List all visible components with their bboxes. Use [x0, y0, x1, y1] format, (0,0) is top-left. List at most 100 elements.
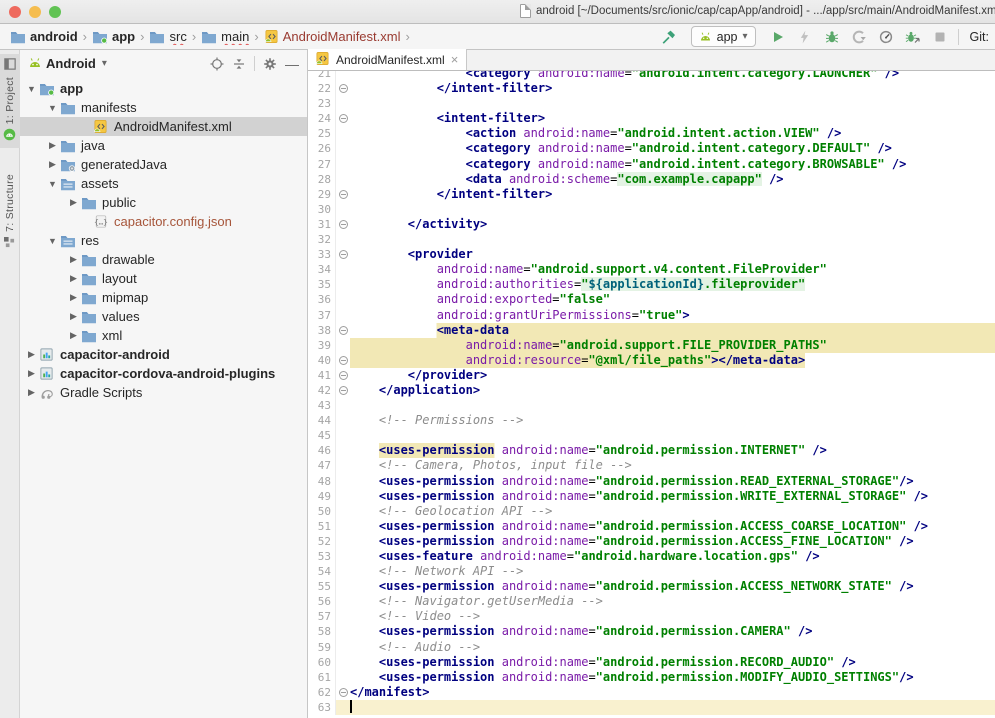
tree-item-capacitor-cordova-android-plugins[interactable]: ▶capacitor-cordova-android-plugins [20, 364, 307, 383]
tree-collapsed-icon[interactable]: ▶ [25, 349, 38, 360]
run-configuration-selector[interactable]: app ▾ [691, 26, 756, 47]
code-line-47[interactable]: 47 <!-- Camera, Photos, input file --> [308, 458, 995, 473]
breadcrumb-android[interactable]: android [8, 28, 80, 45]
code-line-24[interactable]: 24 <intent-filter> [308, 111, 995, 126]
code-line-53[interactable]: 53 <uses-feature android:name="android.h… [308, 549, 995, 564]
tree-collapsed-icon[interactable]: ▶ [67, 330, 80, 341]
tree-item-xml[interactable]: ▶xml [20, 326, 307, 345]
locate-icon[interactable] [208, 55, 226, 73]
code-line-39[interactable]: 39 android:name="android.support.FILE_PR… [308, 338, 995, 353]
fold-toggle-icon[interactable] [336, 217, 350, 232]
stop-icon[interactable] [931, 28, 949, 46]
hide-panel-icon[interactable]: — [283, 55, 301, 73]
tree-item-capacitor-config-json[interactable]: {…}capacitor.config.json [20, 212, 307, 231]
fold-toggle-icon[interactable] [336, 353, 350, 368]
code-line-28[interactable]: 28 <data android:scheme="com.example.cap… [308, 172, 995, 187]
tree-collapsed-icon[interactable]: ▶ [67, 292, 80, 303]
code-line-21[interactable]: 21 <category android:name="android.inten… [308, 71, 995, 81]
chevron-down-icon[interactable]: ▾ [102, 58, 107, 69]
code-line-51[interactable]: 51 <uses-permission android:name="androi… [308, 519, 995, 534]
fold-toggle-icon[interactable] [336, 247, 350, 262]
tree-collapsed-icon[interactable]: ▶ [46, 140, 59, 151]
tree-item-public[interactable]: ▶public [20, 193, 307, 212]
breadcrumb-app[interactable]: app [90, 28, 137, 45]
code-line-45[interactable]: 45 [308, 428, 995, 443]
code-line-38[interactable]: 38 <meta-data [308, 323, 995, 338]
tool-strip-structure-tab[interactable]: 7: Structure [0, 166, 20, 255]
tree-collapsed-icon[interactable]: ▶ [25, 368, 38, 379]
code-line-37[interactable]: 37 android:grantUriPermissions="true"> [308, 308, 995, 323]
code-line-42[interactable]: 42 </application> [308, 383, 995, 398]
settings-gear-icon[interactable] [261, 55, 279, 73]
profiler-icon[interactable] [877, 28, 895, 46]
tree-item-app[interactable]: ▼app [20, 79, 307, 98]
code-line-27[interactable]: 27 <category android:name="android.inten… [308, 157, 995, 172]
tree-item-manifests[interactable]: ▼manifests [20, 98, 307, 117]
code-line-52[interactable]: 52 <uses-permission android:name="androi… [308, 534, 995, 549]
tree-expanded-icon[interactable]: ▼ [25, 84, 38, 94]
tree-item-androidmanifest-xml[interactable]: AndroidManifest.xml [20, 117, 307, 136]
code-line-56[interactable]: 56 <!-- Navigator.getUserMedia --> [308, 594, 995, 609]
project-view-selector[interactable]: Android [46, 56, 96, 71]
tree-item-gradle-scripts[interactable]: ▶Gradle Scripts [20, 383, 307, 402]
code-line-32[interactable]: 32 [308, 232, 995, 247]
code-line-44[interactable]: 44 <!-- Permissions --> [308, 413, 995, 428]
code-line-55[interactable]: 55 <uses-permission android:name="androi… [308, 579, 995, 594]
collapse-all-icon[interactable] [230, 55, 248, 73]
apply-changes-icon[interactable] [796, 28, 814, 46]
code-line-62[interactable]: 62</manifest> [308, 685, 995, 700]
code-line-31[interactable]: 31 </activity> [308, 217, 995, 232]
code-line-60[interactable]: 60 <uses-permission android:name="androi… [308, 655, 995, 670]
code-line-57[interactable]: 57 <!-- Video --> [308, 609, 995, 624]
editor-tab-androidmanifest[interactable]: AndroidManifest.xml × [308, 49, 467, 70]
tree-item-layout[interactable]: ▶layout [20, 269, 307, 288]
fold-toggle-icon[interactable] [336, 111, 350, 126]
build-hammer-icon[interactable] [660, 28, 678, 46]
fold-toggle-icon[interactable] [336, 368, 350, 383]
code-line-40[interactable]: 40 android:resource="@xml/file_paths"></… [308, 353, 995, 368]
code-line-59[interactable]: 59 <!-- Audio --> [308, 640, 995, 655]
tool-strip-project-tab[interactable]: 1: Project [0, 54, 20, 148]
git-widget[interactable]: Git: [968, 30, 989, 44]
code-line-30[interactable]: 30 [308, 202, 995, 217]
tree-item-generatedjava[interactable]: ▶generatedJava [20, 155, 307, 174]
tree-item-mipmap[interactable]: ▶mipmap [20, 288, 307, 307]
close-icon[interactable]: × [451, 54, 459, 66]
tree-item-values[interactable]: ▶values [20, 307, 307, 326]
code-line-34[interactable]: 34 android:name="android.support.v4.cont… [308, 262, 995, 277]
code-line-50[interactable]: 50 <!-- Geolocation API --> [308, 504, 995, 519]
tree-collapsed-icon[interactable]: ▶ [46, 159, 59, 170]
fold-toggle-icon[interactable] [336, 323, 350, 338]
tree-item-assets[interactable]: ▼assets [20, 174, 307, 193]
tree-expanded-icon[interactable]: ▼ [46, 103, 59, 113]
tree-expanded-icon[interactable]: ▼ [46, 236, 59, 246]
tree-collapsed-icon[interactable]: ▶ [67, 254, 80, 265]
code-line-23[interactable]: 23 [308, 96, 995, 111]
code-line-33[interactable]: 33 <provider [308, 247, 995, 262]
tree-item-drawable[interactable]: ▶drawable [20, 250, 307, 269]
code-line-26[interactable]: 26 <category android:name="android.inten… [308, 141, 995, 156]
tree-collapsed-icon[interactable]: ▶ [25, 387, 38, 398]
code-line-35[interactable]: 35 android:authorities="${applicationId}… [308, 277, 995, 292]
code-line-43[interactable]: 43 [308, 398, 995, 413]
code-line-41[interactable]: 41 </provider> [308, 368, 995, 383]
debug-icon[interactable] [823, 28, 841, 46]
code-line-48[interactable]: 48 <uses-permission android:name="androi… [308, 474, 995, 489]
code-line-61[interactable]: 61 <uses-permission android:name="androi… [308, 670, 995, 685]
tree-expanded-icon[interactable]: ▼ [46, 179, 59, 189]
code-line-22[interactable]: 22 </intent-filter> [308, 81, 995, 96]
tree-collapsed-icon[interactable]: ▶ [67, 311, 80, 322]
run-icon[interactable] [769, 28, 787, 46]
code-line-63[interactable]: 63 [308, 700, 995, 715]
fold-toggle-icon[interactable] [336, 685, 350, 700]
minimize-window-icon[interactable] [29, 6, 41, 18]
tree-collapsed-icon[interactable]: ▶ [67, 273, 80, 284]
code-editor[interactable]: 21 <category android:name="android.inten… [308, 71, 995, 718]
tree-item-res[interactable]: ▼res [20, 231, 307, 250]
breadcrumb-src[interactable]: src [147, 28, 188, 45]
code-line-36[interactable]: 36 android:exported="false" [308, 292, 995, 307]
attach-debugger-android-icon[interactable] [904, 28, 922, 46]
zoom-window-icon[interactable] [49, 6, 61, 18]
breadcrumb-androidmanifest-xml[interactable]: AndroidManifest.xml [262, 28, 403, 45]
code-line-58[interactable]: 58 <uses-permission android:name="androi… [308, 624, 995, 639]
